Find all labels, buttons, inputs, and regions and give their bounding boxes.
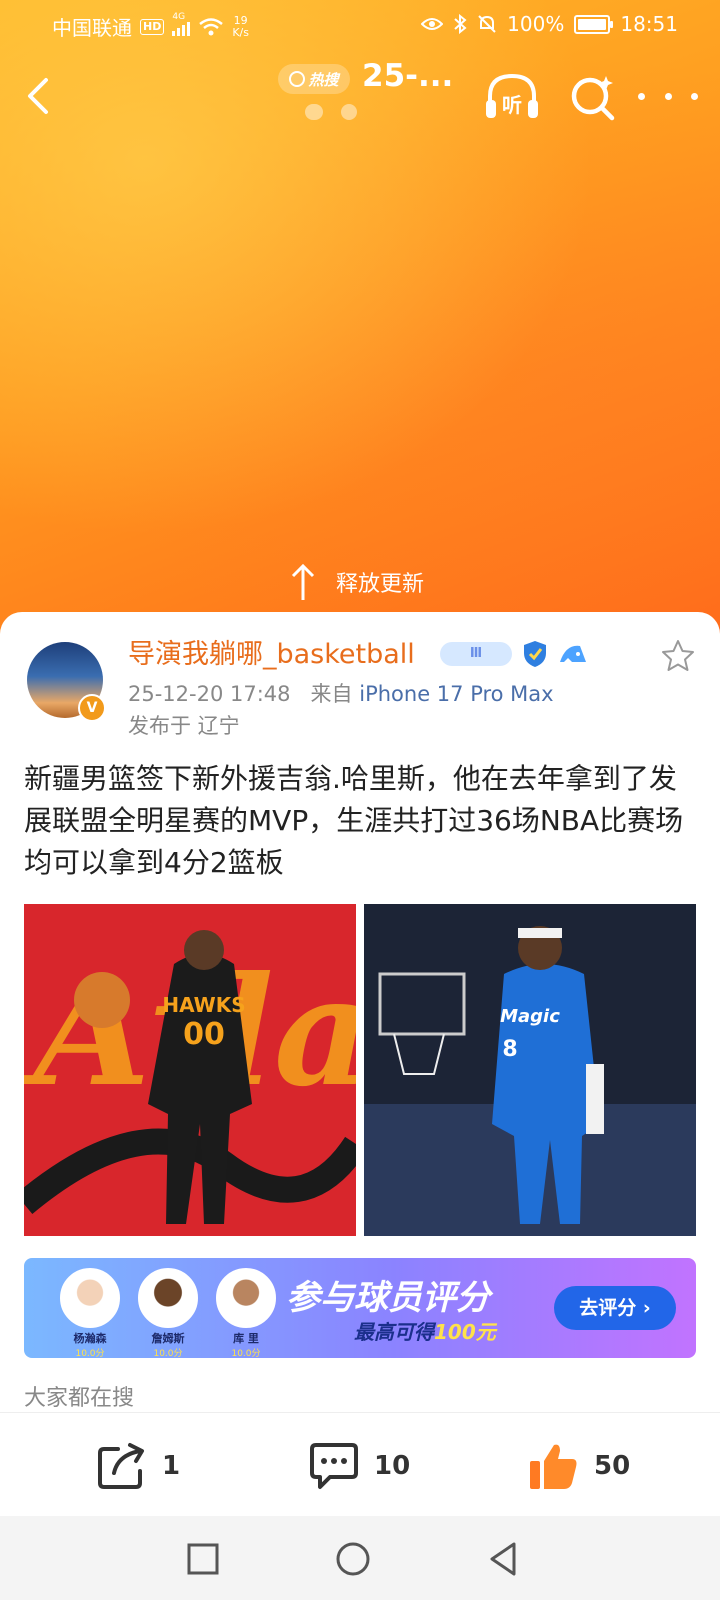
system-nav-bar xyxy=(0,1516,720,1600)
level-badge[interactable]: Ⅲ xyxy=(440,642,512,666)
net-speed: 19 K/s xyxy=(232,13,249,39)
player-score: 10.0分 xyxy=(153,1349,183,1358)
banner-subtitle-highlight: 100元 xyxy=(434,1320,496,1344)
magic-player-illustration: Magic 8 xyxy=(364,904,696,1236)
pull-refresh-label: 释放更新 xyxy=(336,572,425,597)
shield-icon[interactable] xyxy=(522,640,548,668)
banner-player: 詹姆斯 10.0分 xyxy=(128,1268,208,1358)
battery-percent: 100% xyxy=(507,12,565,36)
jersey-number: 8 xyxy=(502,1037,517,1062)
network-type: 4G xyxy=(172,11,186,22)
post-text: 新疆男篮签下新外援吉翁.哈里斯，他在去年拿到了发展联盟全明星赛的MVP，生涯共打… xyxy=(24,762,684,879)
comment-count: 10 xyxy=(374,1451,411,1481)
jersey-team-text: Magic xyxy=(500,1006,560,1027)
clock: 18:51 xyxy=(620,12,678,36)
status-bar: 中国联通 HD 4G 19 K/s 100% 18:51 xyxy=(0,0,720,50)
listen-button[interactable]: 听 xyxy=(482,70,542,124)
share-icon xyxy=(98,1443,144,1489)
battery-icon xyxy=(574,14,614,34)
comment-icon xyxy=(310,1443,358,1489)
back-button[interactable] xyxy=(22,74,58,118)
banner-player: 库 里 10.0分 xyxy=(206,1268,286,1358)
star-icon[interactable] xyxy=(660,638,696,674)
hd-indicator: HD xyxy=(140,18,165,35)
back-icon[interactable] xyxy=(484,1540,522,1578)
post-datetime: 25-12-20 17:48 xyxy=(128,682,291,706)
pull-refresh-indicator: 释放更新 xyxy=(290,560,424,604)
user-badges: Ⅲ xyxy=(440,640,588,668)
arrow-up-icon xyxy=(291,563,315,600)
carrier-name: 中国联通 xyxy=(52,16,132,40)
thumbs-up-icon xyxy=(530,1444,577,1489)
player-avatar xyxy=(60,1268,120,1328)
player-score: 10.0分 xyxy=(231,1349,261,1358)
shark-icon[interactable] xyxy=(558,640,588,668)
player-avatar xyxy=(216,1268,276,1328)
like-button[interactable]: 50 xyxy=(528,1441,630,1491)
post-image[interactable]: Atlanta HAWKS 00 xyxy=(24,904,356,1236)
search-icon[interactable] xyxy=(566,70,620,124)
dot-icon xyxy=(664,92,672,100)
player-score: 10.0分 xyxy=(75,1349,105,1358)
player-name: 库 里 xyxy=(233,1332,259,1345)
post-image[interactable]: Magic 8 xyxy=(364,904,696,1236)
more-options-button[interactable] xyxy=(638,78,698,114)
verified-badge: V xyxy=(78,694,106,722)
post-card: V 导演我躺哪_basketball Ⅲ 25-12-20 17:48 来自 i… xyxy=(0,612,720,1412)
net-speed-unit: K/s xyxy=(232,25,249,39)
banner-title: 参与球员评分 xyxy=(286,1278,490,1318)
dot-icon xyxy=(638,92,645,100)
signal-icon: 4G xyxy=(172,12,191,36)
nav-bar: 热搜 25-... 听 xyxy=(0,56,720,136)
jersey-team-text: HAWKS xyxy=(162,993,245,1017)
hawks-player-illustration: Atlanta HAWKS 00 xyxy=(24,904,356,1236)
banner-subtitle: 最高可得100元 xyxy=(354,1316,496,1345)
source-device[interactable]: iPhone 17 Pro Max xyxy=(359,682,553,706)
player-name: 詹姆斯 xyxy=(151,1332,185,1345)
hot-search-tag[interactable]: 热搜 xyxy=(278,64,350,94)
mute-bell-icon xyxy=(478,15,496,33)
source-prefix: 来自 xyxy=(310,682,353,706)
banner-player: 杨瀚森 10.0分 xyxy=(50,1268,130,1358)
also-search-heading: 大家都在搜 xyxy=(24,1386,135,1411)
jersey-number: 00 xyxy=(183,1017,225,1052)
wifi-icon xyxy=(199,17,224,35)
player-name: 杨瀚森 xyxy=(73,1332,107,1345)
comment-button[interactable]: 10 xyxy=(308,1441,410,1491)
page-title: 25-... xyxy=(362,58,454,94)
rate-button[interactable]: 去评分 › xyxy=(554,1286,676,1330)
recent-apps-icon[interactable] xyxy=(184,1540,222,1578)
bluetooth-icon xyxy=(454,14,467,34)
nav-subtitle-blur xyxy=(305,104,415,126)
share-count: 1 xyxy=(162,1451,181,1481)
player-rating-banner[interactable]: 杨瀚森 10.0分 詹姆斯 10.0分 库 里 10.0分 参与球员评分 最高可… xyxy=(24,1258,696,1358)
post-location: 发布于 辽宁 xyxy=(128,714,240,738)
listen-label: 听 xyxy=(502,93,522,117)
banner-subtitle-prefix: 最高可得 xyxy=(354,1320,434,1344)
post-action-bar: 1 10 50 xyxy=(0,1412,720,1517)
share-button[interactable]: 1 xyxy=(96,1441,180,1491)
like-count: 50 xyxy=(594,1451,631,1481)
home-icon[interactable] xyxy=(334,1540,372,1578)
post-meta: 25-12-20 17:48 来自 iPhone 17 Pro Max xyxy=(128,678,554,708)
net-speed-value: 19 xyxy=(233,13,248,27)
username[interactable]: 导演我躺哪_basketball xyxy=(128,632,415,671)
eye-icon xyxy=(421,18,444,30)
hot-search-label: 热搜 xyxy=(308,70,339,89)
dot-icon xyxy=(691,92,698,100)
player-avatar xyxy=(138,1268,198,1328)
search-icon xyxy=(289,71,306,87)
